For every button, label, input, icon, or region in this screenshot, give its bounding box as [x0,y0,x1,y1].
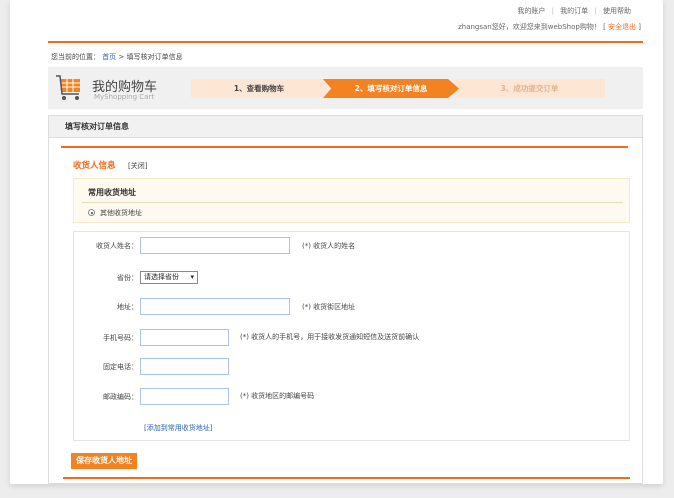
mobile-label: 手机号码： [103,334,138,342]
receiver-section-title: 收货人信息 [73,161,116,171]
zip-label: 邮政编码： [103,393,138,401]
bottom-divider [63,477,630,479]
order-panel: 填写核对订单信息 收货人信息 [关闭] 常用收货地址 其他收货地址 收货人姓名：… [48,115,643,484]
mobile-input[interactable] [140,329,229,346]
address-label: 地址： [117,303,138,311]
province-select[interactable]: 请选择省份 ▾ [140,271,198,284]
separator: | [551,7,554,15]
breadcrumb-separator: > [118,53,125,61]
logout-link[interactable]: 安全退出 [608,23,636,31]
save-address-button[interactable]: 保存收货人地址 [71,453,137,469]
mobile-hint: (*) 收货人的手机号，用于接收发货通知短信及送货前确认 [240,333,420,341]
common-address-box: 常用收货地址 其他收货地址 [73,178,630,223]
other-address-radio[interactable] [88,209,95,216]
breadcrumb-current: 填写核对订单信息 [126,53,183,61]
bracket-right: ] [638,23,641,31]
receiver-name-hint: (*) 收货人的姓名 [302,242,356,250]
phone-input[interactable] [140,358,229,375]
receiver-name-label: 收货人姓名： [96,242,138,250]
header-divider [48,41,643,43]
close-receiver-link[interactable]: [关闭] [128,161,147,171]
shopping-cart-icon [56,75,80,100]
chevron-down-icon: ▾ [190,273,194,281]
welcome-bar: zhangsan您好，欢迎您来到webShop购物！ [ 安全退出 ] [458,22,641,32]
section-divider [61,146,628,148]
common-address-title: 常用收货地址 [88,188,136,197]
receiver-name-input[interactable] [140,237,290,254]
breadcrumb-prefix: 您当前的位置： [51,53,100,61]
other-address-label: 其他收货地址 [100,209,142,217]
welcome-text: zhangsan您好，欢迎您来到webShop购物！ [458,23,601,31]
province-select-value: 请选择省份 [144,273,179,281]
zip-hint: (*) 收货地区的邮编号码 [240,392,315,400]
address-input[interactable] [140,298,290,315]
separator: | [594,7,597,15]
cart-subtitle: MyShopping Cart [94,93,155,101]
step-view-cart: 1、查看购物车 [191,79,327,98]
phone-label: 固定电话： [103,363,138,371]
cart-header: 我的购物车 MyShopping Cart 1、查看购物车 3、成功提交订单 2… [48,67,643,109]
province-label: 省份： [117,274,138,282]
help-link[interactable]: 使用帮助 [603,7,631,15]
bracket-left: [ [603,23,606,31]
panel-title: 填写核对订单信息 [49,116,642,138]
zip-input[interactable] [140,388,229,405]
top-links: 我的账户 | 我的订单 | 使用帮助 [513,6,631,16]
step-fill-order-info: 2、填写核对订单信息 [323,79,459,98]
common-address-divider [82,202,623,203]
my-orders-link[interactable]: 我的订单 [560,7,588,15]
add-common-address-link[interactable]: [添加到常用收货地址] [144,423,212,433]
address-hint: (*) 收货街区地址 [302,303,356,311]
step-submit-order: 3、成功提交订单 [454,79,605,98]
my-account-link[interactable]: 我的账户 [517,7,545,15]
breadcrumb-home-link[interactable]: 首页 [102,53,116,61]
page-frame: 我的账户 | 我的订单 | 使用帮助 zhangsan您好，欢迎您来到webSh… [10,0,663,484]
address-form: 收货人姓名： (*) 收货人的姓名 省份： 请选择省份 ▾ 地址： (*) 收货… [73,231,630,441]
breadcrumb: 您当前的位置： 首页 > 填写核对订单信息 [51,52,183,62]
